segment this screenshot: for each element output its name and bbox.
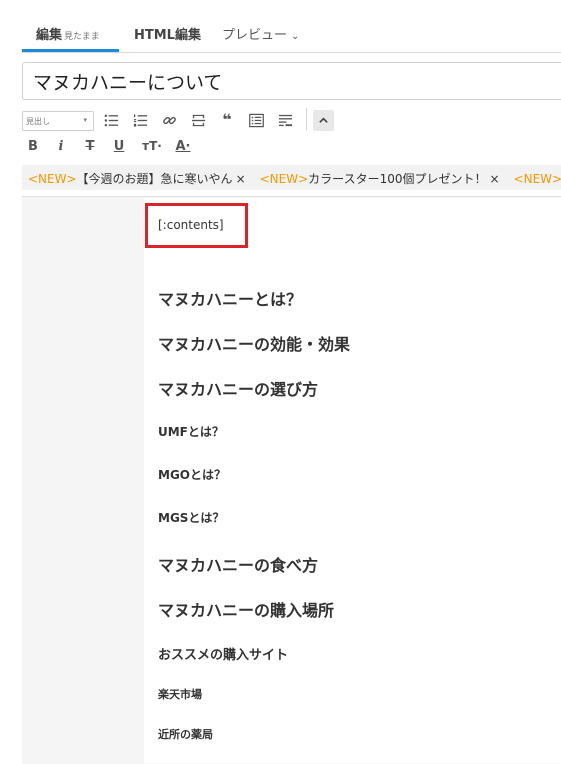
underline-glyph: U bbox=[113, 138, 125, 154]
heading[interactable]: マヌカハニーの購入場所 bbox=[158, 597, 334, 621]
quote-icon[interactable]: ❝ bbox=[218, 109, 236, 129]
close-icon[interactable]: × bbox=[236, 172, 246, 186]
list-numbered-icon[interactable] bbox=[131, 111, 149, 129]
toolbar-divider bbox=[306, 108, 307, 130]
underline-button[interactable]: U bbox=[110, 137, 128, 155]
more-icon[interactable] bbox=[276, 111, 294, 129]
link-icon[interactable] bbox=[160, 111, 178, 129]
heading[interactable]: 近所の薬局 bbox=[158, 726, 213, 742]
list-bulleted-icon[interactable] bbox=[102, 111, 120, 129]
new-tag: <NEW> bbox=[259, 172, 309, 186]
ticker-text: 【今週のお題】急に寒いやん bbox=[76, 172, 233, 186]
horizontal-rule-icon[interactable] bbox=[189, 111, 207, 129]
ticker-item[interactable]: <NEW>【今週のお題】急に寒いやん × bbox=[28, 170, 260, 187]
title-field[interactable] bbox=[22, 62, 561, 100]
heading-select-value: 見出し bbox=[26, 117, 50, 126]
table-of-contents-icon[interactable] bbox=[247, 111, 265, 129]
active-tab-indicator bbox=[22, 49, 119, 52]
font-color-button[interactable]: A· bbox=[172, 137, 194, 155]
close-icon[interactable]: × bbox=[489, 172, 499, 186]
font-size-button[interactable]: тT· bbox=[140, 137, 164, 155]
heading[interactable]: マヌカハニーの選び方 bbox=[158, 376, 318, 400]
tab-edit-sublabel: 見たまま bbox=[64, 32, 100, 42]
title-input[interactable] bbox=[31, 69, 555, 93]
strikethrough-button[interactable]: T bbox=[81, 137, 99, 155]
bold-button[interactable]: B bbox=[24, 137, 42, 155]
font-size-glyph: тT· bbox=[142, 139, 162, 153]
chevron-down-icon: ⌄ bbox=[291, 31, 300, 42]
news-ticker: <NEW>【今週のお題】急に寒いやん × <NEW>カラースター100個プレゼント！… bbox=[22, 165, 561, 190]
tab-edit[interactable]: 編集 見たまま bbox=[36, 24, 100, 43]
heading-select[interactable]: 見出し ▾ bbox=[22, 111, 94, 131]
heading[interactable]: マヌカハニーとは？ bbox=[158, 286, 302, 310]
ticker-item[interactable]: <NEW>カラースター100個プレゼント！ × bbox=[260, 170, 514, 187]
bold-glyph: B bbox=[28, 138, 38, 154]
collapse-toolbar-icon[interactable] bbox=[313, 110, 334, 131]
contents-tag: [:contents] bbox=[158, 218, 224, 232]
heading[interactable]: 楽天市場 bbox=[158, 686, 202, 702]
ticker-text: カラースター100個プレゼント！ bbox=[308, 172, 487, 186]
ticker-item[interactable]: <NEW> bbox=[514, 172, 561, 186]
tab-edit-label: 編集 bbox=[36, 28, 63, 43]
heading[interactable]: おススメの購入サイト bbox=[158, 644, 288, 663]
italic-glyph: i bbox=[58, 138, 64, 154]
new-tag: <NEW> bbox=[513, 172, 561, 186]
tab-preview[interactable]: プレビュー ⌄ bbox=[222, 24, 299, 43]
heading[interactable]: UMFとは？ bbox=[158, 423, 224, 440]
select-arrow-icon: ▾ bbox=[83, 116, 87, 124]
heading[interactable]: マヌカハニーの効能・効果 bbox=[158, 331, 350, 355]
heading[interactable]: MGSとは？ bbox=[158, 509, 224, 526]
font-color-glyph: A· bbox=[175, 138, 191, 154]
editor-tabs: 編集 見たまま HTML編集 プレビュー ⌄ bbox=[22, 18, 561, 53]
new-tag: <NEW> bbox=[28, 172, 77, 186]
heading[interactable]: MGOとは？ bbox=[158, 466, 226, 483]
heading[interactable]: マヌカハニーの食べ方 bbox=[158, 552, 318, 576]
italic-button[interactable]: i bbox=[52, 137, 70, 155]
tab-preview-label: プレビュー bbox=[222, 28, 288, 43]
tab-html-label: HTML編集 bbox=[134, 28, 201, 43]
tab-html[interactable]: HTML編集 bbox=[134, 24, 201, 43]
quote-glyph: ❝ bbox=[222, 109, 232, 129]
strikethrough-glyph: T bbox=[85, 138, 95, 154]
highlight-box: [:contents] bbox=[145, 203, 248, 248]
